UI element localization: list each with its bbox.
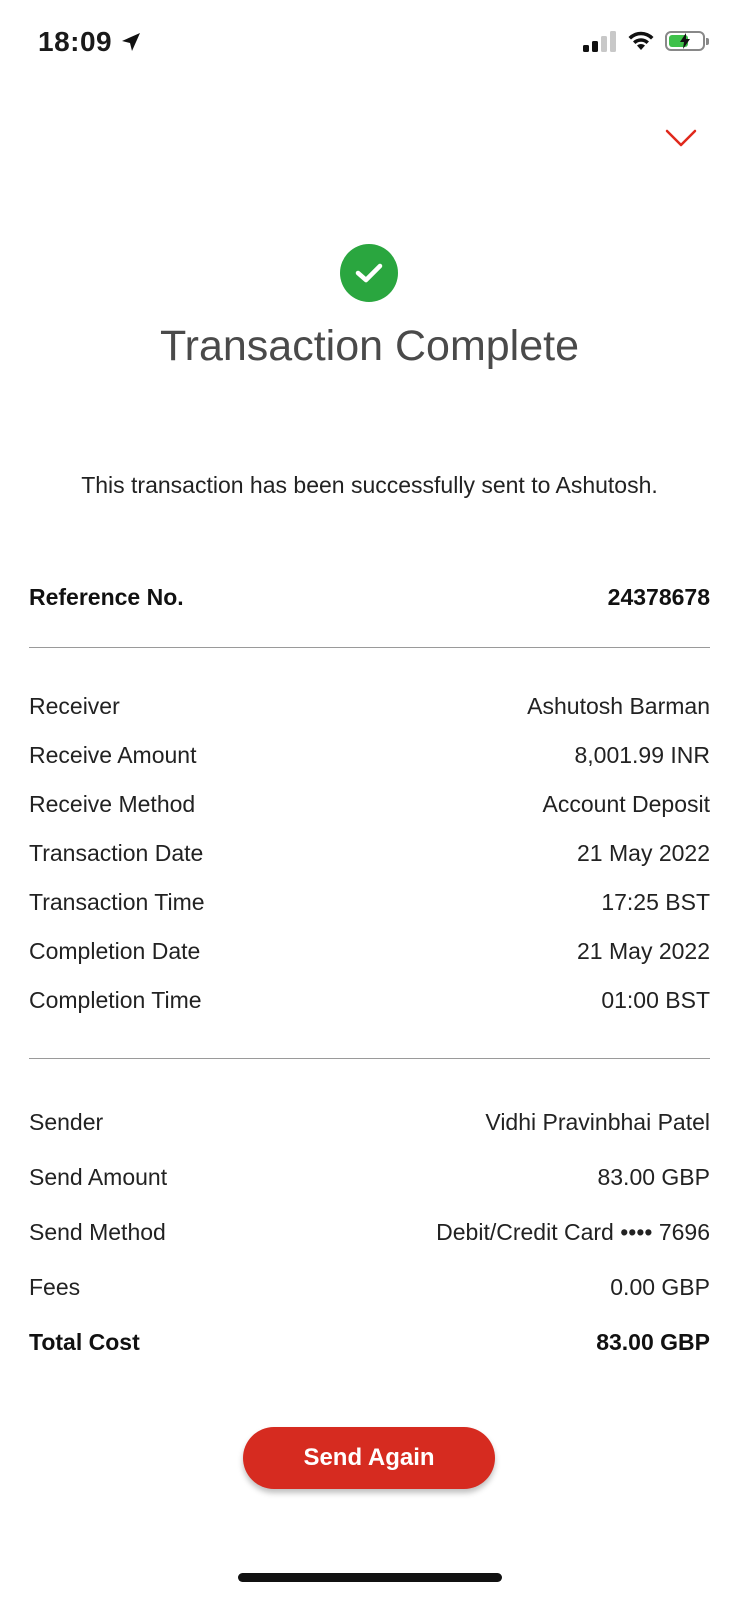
- signal-icon: [583, 31, 616, 52]
- total-label: Total Cost: [29, 1329, 140, 1355]
- battery-cap: [706, 38, 709, 45]
- status-time: 18:09: [38, 26, 142, 58]
- detail-value: 8,001.99 INR: [574, 742, 710, 768]
- detail-label: Sender: [29, 1109, 104, 1135]
- detail-value: 0.00 GBP: [610, 1274, 710, 1300]
- bolt-icon: [680, 33, 690, 49]
- detail-value: Ashutosh Barman: [527, 693, 710, 719]
- detail-value: Vidhi Pravinbhai Patel: [485, 1109, 710, 1135]
- page-title: Transaction Complete: [159, 322, 580, 370]
- total-value: 83.00 GBP: [596, 1329, 710, 1355]
- detail-row: Fees 0.00 GBP: [29, 1260, 710, 1315]
- sender-details: Sender Vidhi Pravinbhai Patel Send Amount 8…: [29, 1095, 710, 1370]
- location-arrow-icon: [122, 33, 141, 51]
- detail-row: Send Method Debit/Credit Card •••• 7696: [29, 1205, 710, 1260]
- divider: [29, 647, 710, 648]
- detail-row: Receive Amount 8,001.99 INR: [29, 731, 710, 780]
- status-time-text: 18:09: [38, 26, 113, 57]
- detail-value: Account Deposit: [542, 791, 710, 817]
- detail-value: 17:25 BST: [601, 889, 710, 915]
- detail-row: Completion Date 21 May 2022: [29, 927, 710, 976]
- detail-label: Send Amount: [29, 1164, 168, 1190]
- detail-row: Transaction Date 21 May 2022: [29, 829, 710, 878]
- detail-value: 21 May 2022: [577, 840, 710, 866]
- chevron-down-icon: [665, 129, 697, 147]
- detail-value: 21 May 2022: [577, 938, 710, 964]
- detail-label: Fees: [29, 1274, 81, 1300]
- detail-value: 01:00 BST: [601, 987, 710, 1013]
- send-again-button[interactable]: Send Again: [243, 1427, 495, 1489]
- reference-label: Reference No.: [29, 584, 184, 610]
- battery-charging-icon: [665, 31, 709, 51]
- detail-row: Receive Method Account Deposit: [29, 780, 710, 829]
- checkmark-icon: [355, 263, 383, 283]
- detail-row: Send Amount 83.00 GBP: [29, 1150, 710, 1205]
- total-row: Total Cost 83.00 GBP: [29, 1315, 710, 1370]
- detail-row: Receiver Ashutosh Barman: [29, 682, 710, 731]
- status-bar: 18:09: [0, 0, 739, 90]
- receiver-details: Receiver Ashutosh Barman Receive Amount 8,0…: [29, 682, 710, 1025]
- detail-row: Transaction Time 17:25 BST: [29, 878, 710, 927]
- reference-value: 24378678: [607, 584, 710, 610]
- detail-label: Transaction Date: [29, 840, 204, 866]
- status-icons: [583, 30, 709, 52]
- detail-row: Completion Time 01:00 BST: [29, 976, 710, 1025]
- detail-value: 83.00 GBP: [597, 1164, 710, 1190]
- divider: [29, 1058, 710, 1059]
- detail-label: Completion Time: [29, 987, 202, 1013]
- reference-row: Reference No. 24378678: [29, 584, 710, 611]
- detail-value: Debit/Credit Card •••• 7696: [436, 1219, 710, 1245]
- detail-label: Receive Method: [29, 791, 196, 817]
- home-indicator: [238, 1573, 502, 1582]
- success-check-icon: [340, 244, 398, 302]
- detail-label: Completion Date: [29, 938, 201, 964]
- detail-label: Receiver: [29, 693, 120, 719]
- collapse-button[interactable]: [663, 125, 699, 151]
- detail-row: Sender Vidhi Pravinbhai Patel: [29, 1095, 710, 1150]
- detail-label: Receive Amount: [29, 742, 197, 768]
- wifi-icon: [628, 31, 654, 50]
- detail-label: Send Method: [29, 1219, 166, 1245]
- success-message: This transaction has been successfully s…: [81, 472, 658, 498]
- detail-label: Transaction Time: [29, 889, 205, 915]
